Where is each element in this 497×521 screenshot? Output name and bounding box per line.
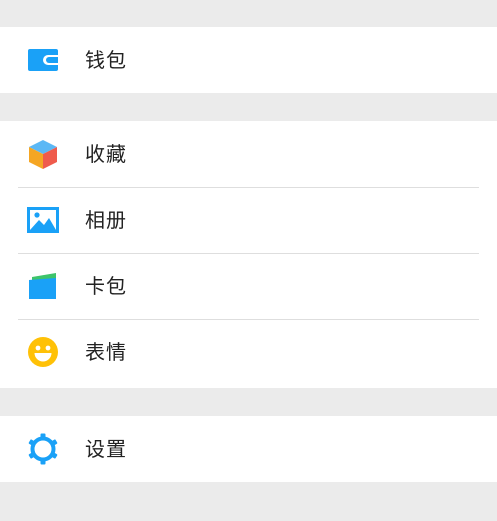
menu-item-stickers[interactable]: 表情: [0, 319, 497, 385]
menu-item-label: 表情: [85, 340, 127, 364]
photo-album-icon: [26, 203, 60, 237]
cube-icon: [26, 137, 60, 171]
menu-item-label: 卡包: [85, 274, 127, 298]
smiley-icon: [26, 335, 60, 369]
menu-group-wallet: 钱包: [0, 27, 497, 93]
menu-item-favorites[interactable]: 收藏: [0, 121, 497, 187]
menu-group-settings: 设置: [0, 416, 497, 482]
menu-item-label: 设置: [85, 437, 127, 461]
wallet-icon: [26, 43, 60, 77]
menu-group-main: 收藏 相册 卡包 表情: [0, 121, 497, 388]
menu-item-wallet[interactable]: 钱包: [0, 27, 497, 93]
menu-item-card-package[interactable]: 卡包: [0, 253, 497, 319]
menu-item-settings[interactable]: 设置: [0, 416, 497, 482]
gear-icon: [26, 432, 60, 466]
menu-item-album[interactable]: 相册: [0, 187, 497, 253]
menu-item-label: 收藏: [85, 142, 127, 166]
menu-item-label: 钱包: [85, 48, 127, 72]
menu-item-label: 相册: [85, 208, 127, 232]
card-package-icon: [26, 269, 60, 303]
me-menu-screen: 钱包 收藏 相册 卡包 表情 设置: [0, 0, 497, 521]
